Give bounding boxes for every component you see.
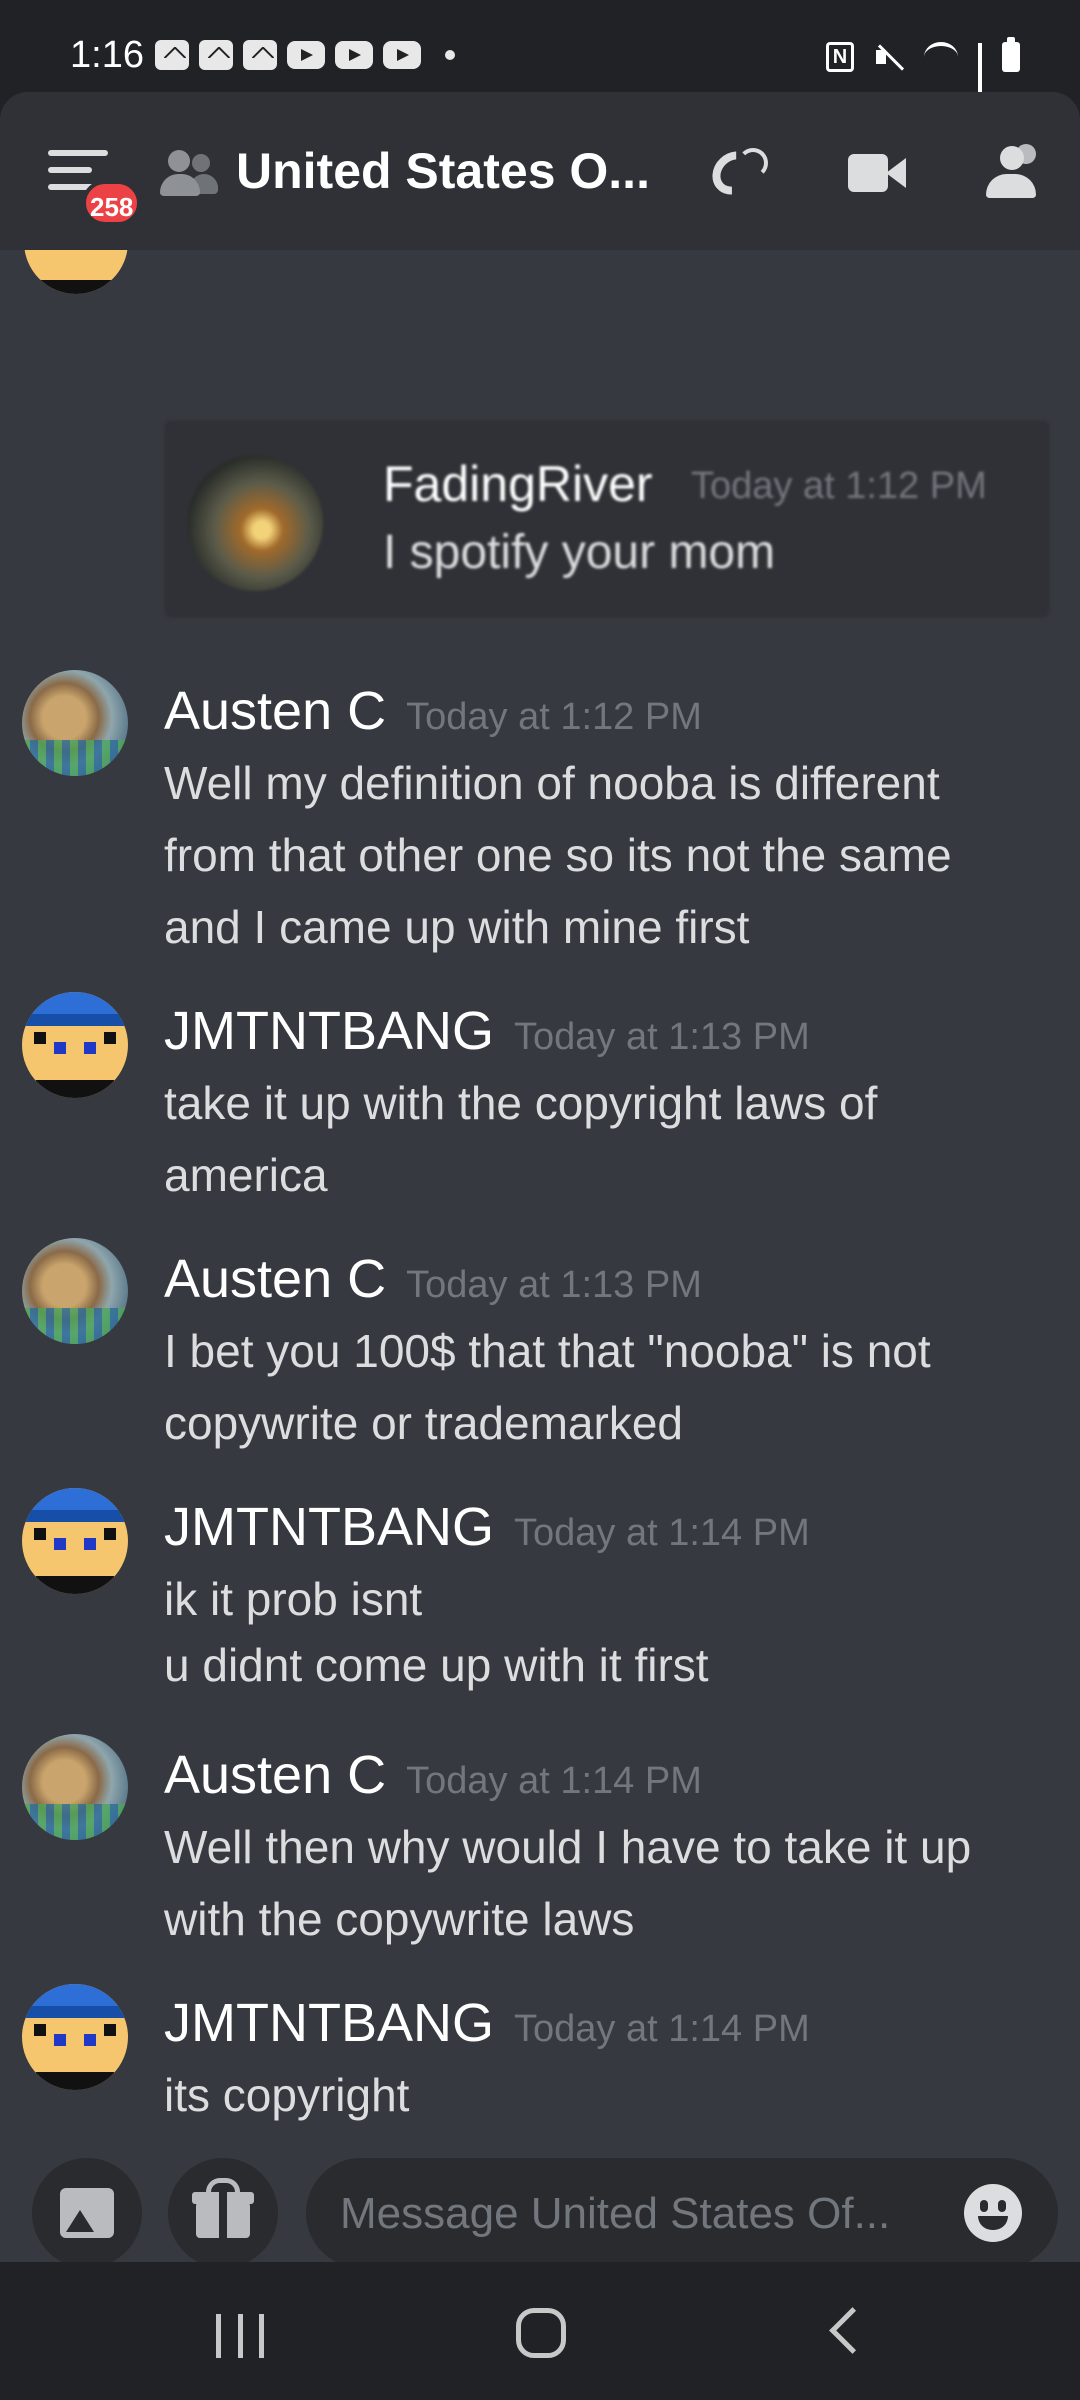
message-text: from that other one so its not the same <box>164 829 952 881</box>
message-text: Well then why would I have to take it up <box>164 1821 972 1873</box>
message-text: I spotify your mom <box>383 526 776 579</box>
message-text: Well my definition of nooba is different <box>164 757 940 809</box>
voice-call-icon[interactable] <box>703 142 770 204</box>
message-timestamp: Today at 1:14 PM <box>514 1512 810 1554</box>
recent-apps-icon[interactable] <box>216 2314 264 2358</box>
message-text: with the copywrite laws <box>164 1893 635 1945</box>
home-icon[interactable] <box>516 2308 566 2358</box>
avatar[interactable] <box>22 1734 128 1840</box>
status-bar: 1:16 N <box>0 0 1080 111</box>
system-navigation-bar <box>0 2262 1080 2400</box>
message-text: its copyright <box>164 2069 410 2121</box>
status-time: 1:16 <box>70 34 144 76</box>
youtube-notification-icon <box>287 41 325 69</box>
system-icons: N <box>826 37 1020 111</box>
chat-screen: 258 United States O... FadingRiver Today… <box>0 92 1080 2262</box>
back-icon[interactable] <box>829 2307 876 2354</box>
gift-icon <box>219 2192 227 2238</box>
video-call-icon[interactable] <box>846 144 910 202</box>
message-input-container[interactable] <box>306 2158 1058 2262</box>
youtube-notification-icon <box>335 41 373 69</box>
attach-image-button[interactable] <box>32 2158 142 2262</box>
message-author[interactable]: Austen C <box>164 1744 386 1806</box>
message-author: FadingRiver <box>383 456 653 512</box>
avatar <box>187 455 323 591</box>
message-composer <box>0 2132 1080 2262</box>
gift-button[interactable] <box>168 2158 278 2262</box>
app-notification-icon <box>243 40 277 70</box>
avatar[interactable] <box>22 1488 128 1594</box>
pinned-message-embed[interactable]: FadingRiver Today at 1:12 PM I spotify y… <box>164 420 1050 618</box>
message-author[interactable]: JMTNTBANG <box>164 1496 494 1558</box>
message-input[interactable] <box>338 2158 942 2262</box>
message-timestamp: Today at 1:12 PM <box>691 465 987 507</box>
emoji-icon[interactable] <box>964 2184 1022 2242</box>
channel-header: 258 United States O... <box>0 92 1080 250</box>
notification-icons <box>155 40 455 70</box>
mute-icon <box>874 42 904 72</box>
battery-icon <box>1002 37 1020 72</box>
message-author[interactable]: JMTNTBANG <box>164 1000 494 1062</box>
avatar[interactable] <box>22 670 128 776</box>
message-timestamp: Today at 1:14 PM <box>406 1760 702 1802</box>
signal-icon <box>978 43 982 111</box>
message-timestamp: Today at 1:14 PM <box>514 2008 810 2050</box>
avatar[interactable] <box>22 1984 128 2090</box>
avatar[interactable] <box>22 992 128 1098</box>
channel-title[interactable]: United States O... <box>236 142 650 200</box>
avatar[interactable] <box>22 1238 128 1344</box>
more-notifications-dot-icon <box>445 50 455 60</box>
message-timestamp: Today at 1:13 PM <box>406 1264 702 1306</box>
message-author[interactable]: JMTNTBANG <box>164 1992 494 2054</box>
message-timestamp: Today at 1:12 PM <box>406 696 702 738</box>
message-text: u didnt come up with it first <box>164 1639 709 1691</box>
wifi-icon <box>924 42 958 72</box>
app-notification-icon <box>199 40 233 70</box>
app-notification-icon <box>155 40 189 70</box>
message-timestamp: Today at 1:13 PM <box>514 1016 810 1058</box>
message-author[interactable]: Austen C <box>164 680 386 742</box>
message-text: copywrite or trademarked <box>164 1397 683 1449</box>
message-author[interactable]: Austen C <box>164 1248 386 1310</box>
message-text: take it up with the copyright laws of <box>164 1077 878 1129</box>
member-list-icon[interactable] <box>980 144 1044 202</box>
unread-badge: 258 <box>82 180 142 226</box>
nfc-icon: N <box>826 42 854 72</box>
message-list[interactable]: FadingRiver Today at 1:12 PM I spotify y… <box>0 190 1080 2195</box>
message-text: america <box>164 1149 328 1201</box>
youtube-notification-icon <box>383 41 421 69</box>
message-text: ik it prob isnt <box>164 1573 423 1625</box>
message-text: I bet you 100$ that that "nooba" is not <box>164 1325 931 1377</box>
image-icon <box>60 2188 114 2238</box>
group-dm-icon <box>160 148 222 198</box>
message-text: and I came up with mine first <box>164 901 750 953</box>
